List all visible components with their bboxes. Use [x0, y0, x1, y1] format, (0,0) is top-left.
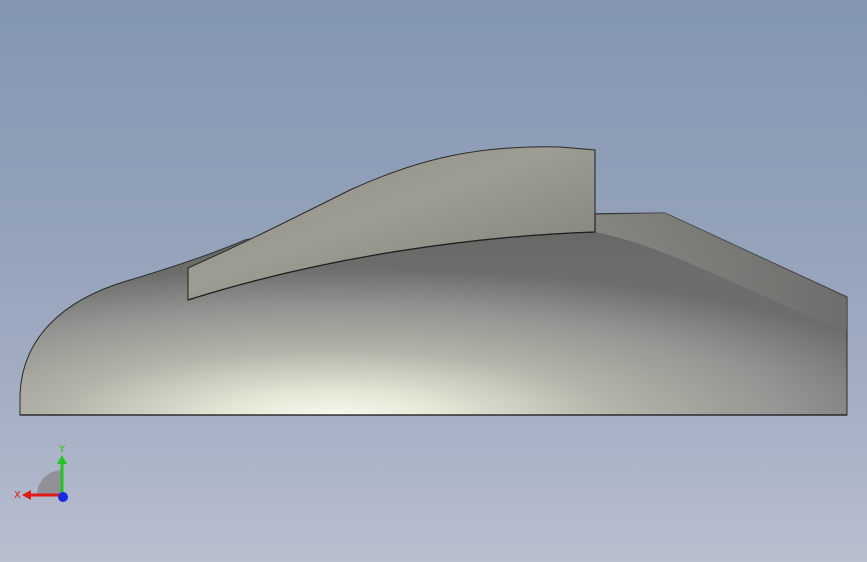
cad-graphics-viewport[interactable]: Y X [0, 0, 867, 562]
triad-x-label: X [14, 490, 21, 501]
triad-z-axis [58, 492, 68, 502]
model-view[interactable] [0, 0, 867, 562]
triad-x-arrow [22, 490, 31, 500]
triad-y-arrow [57, 455, 67, 464]
orientation-triad[interactable]: Y X [10, 440, 80, 510]
triad-y-label: Y [58, 444, 66, 455]
triad-plane-indicator [37, 470, 62, 495]
